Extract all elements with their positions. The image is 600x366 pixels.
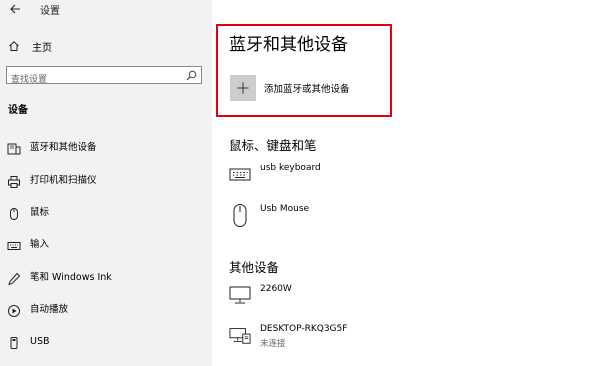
- device-2260w[interactable]: 2260W: [229, 284, 292, 306]
- sidebar-item-mouse[interactable]: 鼠标: [0, 203, 212, 223]
- search-box[interactable]: [6, 66, 202, 88]
- bluetooth-devices-icon: [7, 143, 21, 155]
- sidebar-item-bluetooth[interactable]: 蓝牙和其他设备: [0, 138, 212, 158]
- sidebar-item-label: 打印机和扫描仪: [30, 175, 97, 186]
- usb-icon: [10, 337, 18, 349]
- sidebar: 设置 主页 设备 蓝牙和其他设备 打印机和扫描仪 鼠标 输入 笔和 Window…: [0, 0, 212, 366]
- keyboard-icon: [229, 163, 251, 185]
- sidebar-item-label: 笔和 Windows Ink: [30, 272, 112, 283]
- keyboard-icon: [7, 242, 21, 250]
- mouse-icon: [10, 208, 18, 220]
- group-title-other-devices: 其他设备: [229, 260, 280, 275]
- device-name: DESKTOP-RKQ3G5F: [260, 324, 348, 334]
- sidebar-item-pen[interactable]: 笔和 Windows Ink: [0, 268, 212, 288]
- mouse-icon: [229, 202, 251, 230]
- plus-icon: [230, 75, 256, 101]
- device-usb-keyboard[interactable]: usb keyboard: [229, 163, 321, 185]
- device-name: usb keyboard: [260, 163, 321, 173]
- network-computer-icon: [229, 324, 251, 346]
- section-header: 设备: [8, 105, 28, 116]
- pen-icon: [8, 272, 21, 286]
- device-usb-mouse[interactable]: Usb Mouse: [229, 202, 309, 230]
- page-title: 蓝牙和其他设备: [229, 35, 348, 55]
- add-device-label: 添加蓝牙或其他设备: [264, 84, 350, 95]
- monitor-icon: [229, 284, 251, 306]
- back-arrow-icon[interactable]: [9, 3, 21, 15]
- sidebar-home[interactable]: 主页: [8, 38, 204, 54]
- sidebar-item-label: USB: [30, 336, 50, 347]
- sidebar-item-usb[interactable]: USB: [0, 332, 212, 352]
- sidebar-item-autoplay[interactable]: 自动播放: [0, 300, 212, 320]
- sidebar-item-label: 蓝牙和其他设备: [30, 142, 97, 153]
- search-input[interactable]: [7, 72, 181, 88]
- group-title-input-devices: 鼠标、键盘和笔: [229, 138, 317, 153]
- device-desktop[interactable]: DESKTOP-RKQ3G5F 未连接: [229, 324, 347, 349]
- add-device-button[interactable]: 添加蓝牙或其他设备: [230, 73, 382, 103]
- window-title: 设置: [40, 6, 60, 17]
- sidebar-item-typing[interactable]: 输入: [0, 235, 212, 255]
- sidebar-item-label: 自动播放: [30, 304, 69, 315]
- search-icon[interactable]: [186, 70, 197, 81]
- printer-icon: [8, 176, 20, 188]
- device-status: 未连接: [260, 339, 286, 349]
- sidebar-item-printers[interactable]: 打印机和扫描仪: [0, 171, 212, 191]
- sidebar-item-label: 输入: [30, 239, 50, 250]
- home-icon: [9, 41, 19, 51]
- device-name: Usb Mouse: [260, 204, 310, 214]
- autoplay-icon: [8, 305, 20, 317]
- sidebar-home-label: 主页: [32, 42, 52, 54]
- sidebar-item-label: 鼠标: [30, 207, 50, 218]
- device-name: 2260W: [260, 284, 292, 294]
